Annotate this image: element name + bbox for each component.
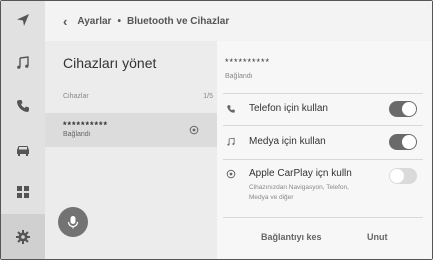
phone-icon bbox=[17, 100, 29, 112]
media-toggle[interactable] bbox=[389, 134, 417, 150]
option-media[interactable]: Medya için kullan bbox=[217, 125, 432, 159]
rail-media-button[interactable] bbox=[1, 44, 45, 82]
rail-navigation-button[interactable] bbox=[1, 1, 45, 39]
music-note-icon bbox=[227, 137, 235, 146]
breadcrumb-parent[interactable]: Ayarlar bbox=[77, 16, 111, 27]
device-count: 1/5 bbox=[203, 93, 213, 100]
option-phone[interactable]: Telefon için kullan bbox=[217, 93, 432, 125]
side-rail bbox=[1, 1, 45, 259]
rail-vehicle-button[interactable] bbox=[1, 130, 45, 168]
navigation-arrow-icon bbox=[17, 14, 29, 26]
detail-device-name: ********** bbox=[225, 57, 271, 67]
rail-phone-button[interactable] bbox=[1, 87, 45, 125]
phone-toggle[interactable] bbox=[389, 101, 417, 117]
option-media-label: Medya için kullan bbox=[249, 136, 326, 147]
device-list-label: Cihazlar bbox=[63, 93, 89, 100]
carplay-icon bbox=[226, 169, 236, 179]
device-detail-pane: ********** Bağlandı Telefon için kullan … bbox=[217, 41, 432, 259]
device-list-header: Cihazlar 1/5 bbox=[63, 93, 213, 100]
breadcrumb-current: Bluetooth ve Cihazlar bbox=[126, 15, 230, 27]
voice-button[interactable] bbox=[58, 207, 88, 237]
device-list-pane: Cihazları yönet Cihazlar 1/5 ********** … bbox=[45, 41, 217, 259]
car-icon bbox=[17, 146, 29, 156]
option-carplay-description: Cihazınızdan Navigasyon, Telefon, Medya … bbox=[249, 184, 349, 201]
carplay-toggle[interactable] bbox=[389, 168, 417, 184]
music-note-icon bbox=[17, 56, 29, 69]
divider bbox=[223, 217, 423, 218]
toggle-knob bbox=[402, 102, 416, 116]
microphone-icon bbox=[67, 216, 79, 229]
option-phone-label: Telefon için kullan bbox=[249, 103, 328, 114]
toggle-knob bbox=[402, 135, 416, 149]
back-button[interactable]: ‹ bbox=[63, 14, 67, 29]
option-carplay[interactable]: Apple CarPlay içn kulln Cihazınızdan Nav… bbox=[217, 159, 432, 215]
bluetooth-connected-icon bbox=[189, 125, 199, 135]
device-list-item[interactable]: ********** Bağlandı bbox=[45, 113, 217, 147]
forget-button[interactable]: Unut bbox=[367, 232, 388, 242]
option-carplay-label: Apple CarPlay içn kulln bbox=[249, 168, 352, 179]
breadcrumb-separator: • bbox=[117, 15, 121, 27]
toggle-knob bbox=[390, 169, 404, 183]
page-title: Cihazları yönet bbox=[63, 55, 157, 71]
apps-grid-icon bbox=[17, 186, 29, 198]
rail-settings-button[interactable] bbox=[1, 214, 45, 259]
disconnect-button[interactable]: Bağlantıyı kes bbox=[261, 232, 322, 242]
breadcrumb: ‹ Ayarlar • Bluetooth ve Cihazlar bbox=[45, 1, 432, 41]
rail-apps-button[interactable] bbox=[1, 173, 45, 211]
gear-icon bbox=[16, 229, 30, 244]
detail-device-status: Bağlandı bbox=[225, 73, 253, 80]
phone-icon bbox=[227, 105, 235, 113]
